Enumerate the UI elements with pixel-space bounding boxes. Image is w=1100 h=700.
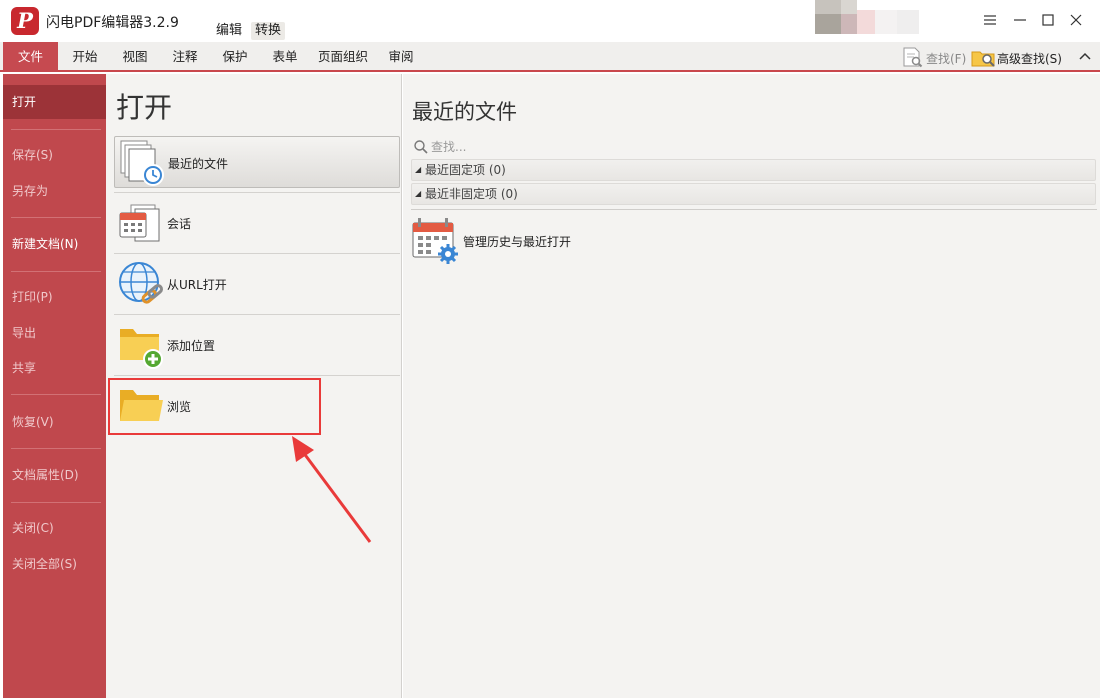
open-option-add-location[interactable]: 添加位置 [114, 319, 400, 371]
context-tab-edit[interactable]: 编辑 [212, 22, 246, 40]
option-separator [114, 375, 400, 376]
calendar-gear-icon [412, 218, 458, 264]
close-icon[interactable] [1066, 10, 1086, 30]
recent-files-title: 最近的文件 [412, 100, 517, 124]
add-folder-icon [120, 329, 163, 369]
session-icon [119, 204, 160, 242]
annotation-highlight-box [108, 378, 321, 435]
context-tab-convert[interactable]: 转换 [251, 22, 286, 40]
recent-search-row [411, 136, 1097, 158]
collapse-ribbon-icon[interactable] [1076, 48, 1094, 66]
menu-separator [11, 129, 101, 130]
file-menu-save[interactable]: 保存(S) [3, 138, 106, 172]
open-option-recent-files[interactable]: 最近的文件 [114, 136, 400, 188]
tab-view[interactable]: 视图 [114, 42, 156, 72]
file-menu-document-properties[interactable]: 文档属性(D) [3, 458, 106, 492]
open-option-open-from-url[interactable]: 从URL打开 [114, 258, 400, 310]
file-menu-close[interactable]: 关闭(C) [3, 511, 106, 545]
panel-separator [411, 209, 1097, 210]
menu-separator [11, 448, 101, 449]
title-bar: P 闪电PDF编辑器3.2.9 编辑 转换 [0, 0, 1100, 42]
search-icon [414, 140, 428, 154]
recent-files-icon [120, 140, 164, 186]
menu-separator [11, 217, 101, 218]
menu-separator [11, 502, 101, 503]
option-separator [114, 192, 400, 193]
tab-annotate[interactable]: 注释 [164, 42, 206, 72]
file-menu-recover[interactable]: 恢复(V) [3, 405, 106, 439]
tab-page-organize[interactable]: 页面组织 [314, 42, 372, 72]
open-option-session[interactable]: 会话 [114, 197, 400, 249]
group-pinned-recent[interactable]: ◢ 最近固定项 (0) [411, 159, 1096, 181]
collapse-triangle-icon: ◢ [415, 165, 422, 174]
file-menu-close-all[interactable]: 关闭全部(S) [3, 547, 106, 581]
group-unpinned-recent[interactable]: ◢ 最近非固定项 (0) [411, 183, 1096, 205]
advanced-find-button[interactable]: 高级查找(S) [968, 46, 1068, 68]
globe-link-icon [119, 262, 164, 304]
maximize-icon[interactable] [1038, 10, 1058, 30]
option-separator [114, 253, 400, 254]
find-icon [903, 47, 923, 68]
file-menu-open[interactable]: 打开 [3, 85, 106, 119]
tab-home[interactable]: 开始 [64, 42, 106, 72]
advanced-find-icon [971, 51, 995, 67]
menu-separator [11, 271, 101, 272]
tab-protect[interactable]: 保护 [214, 42, 256, 72]
option-separator [114, 314, 400, 315]
annotation-arrow-icon [292, 436, 372, 543]
open-panel-title: 打开 [116, 91, 173, 124]
file-menu-export[interactable]: 导出 [3, 316, 106, 350]
tab-forms[interactable]: 表单 [264, 42, 306, 72]
ribbon-tab-bar: 文件 开始 视图 注释 保护 表单 页面组织 审阅 查找(F) 高级查找(S) [0, 42, 1100, 72]
menu-separator [11, 394, 101, 395]
file-menu-save-as[interactable]: 另存为 [3, 174, 106, 208]
app-logo: P [11, 7, 39, 35]
recent-search-input[interactable] [431, 138, 731, 156]
blurred-user-area [815, 0, 945, 36]
manage-history-button[interactable]: 管理历史与最近打开 [411, 216, 651, 266]
file-menu-print[interactable]: 打印(P) [3, 280, 106, 314]
file-menu-new-document[interactable]: 新建文档(N) [3, 227, 106, 261]
file-menu-share[interactable]: 共享 [3, 351, 106, 385]
tab-review[interactable]: 审阅 [380, 42, 422, 72]
tab-file[interactable]: 文件 [3, 42, 58, 72]
find-button[interactable]: 查找(F) [898, 46, 968, 68]
collapse-triangle-icon: ◢ [415, 189, 422, 198]
file-menu: 打开 保存(S) 另存为 新建文档(N) 打印(P) 导出 共享 恢复(V) 文… [3, 74, 106, 698]
minimize-icon[interactable] [1010, 10, 1030, 30]
recent-files-panel: 最近的文件 ◢ 最近固定项 (0) ◢ 最近非固定项 (0) 管理历史与最近打开 [403, 74, 1100, 698]
menu-icon[interactable] [980, 10, 1000, 30]
app-title: 闪电PDF编辑器3.2.9 [46, 15, 179, 31]
